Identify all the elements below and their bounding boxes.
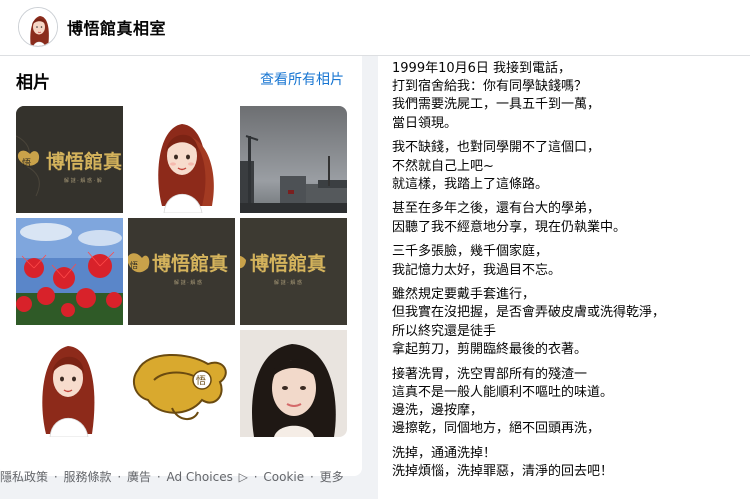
post-line: 但我實在沒把握，是否會弄破皮膚或洗得乾淨， <box>392 305 666 321</box>
post-paragraph: 甚至在多年之後，還有台大的學弟， 因聽了我不經意地分享，現在仍執業中。 <box>392 200 665 236</box>
ad-choices-icon: ▷ <box>238 470 248 484</box>
photo-tile-flowers[interactable] <box>16 218 123 325</box>
more-link[interactable]: 更多 <box>320 470 344 484</box>
ad-choices-link[interactable]: Ad Choices <box>167 470 233 484</box>
post-line: 拿起剪刀，剪開臨終最後的衣著。 <box>392 341 588 357</box>
logo-text: 博悟館真 <box>46 150 122 173</box>
page-header: 博悟館真相室 <box>0 0 750 56</box>
photo-tile-portrait-illustration[interactable] <box>16 330 123 437</box>
post-line: 雖然規定要戴手套進行， <box>392 287 536 303</box>
photos-title: 相片 <box>16 73 50 93</box>
post-line: 邊洗，邊按摩， <box>392 402 484 418</box>
post-paragraph: 我不缺錢，也對同學開不了這個口， 不然就自己上吧~ 就這樣，我踏上了這條路。 <box>392 139 665 194</box>
see-all-photos-link[interactable]: 查看所有相片 <box>260 69 344 89</box>
page-avatar[interactable] <box>18 7 58 47</box>
svg-text:解 謎 · 解 惑: 解 謎 · 解 惑 <box>274 279 302 286</box>
photo-tile-logo[interactable]: 博悟館真 解 謎 · 解 惑 <box>240 218 347 325</box>
post-body: 1999年10月6日 我接到電話， 打到宿舍給我：你有同學缺錢嗎？ 我們需要洗屍工，… <box>378 56 750 499</box>
post-line: 這真不是一般人能順利不嘔吐的味道。 <box>392 384 614 400</box>
post-line: 邊擦乾，同個地方，絕不回頭再洗， <box>392 421 601 437</box>
post-text: 1999年10月6日 我接到電話， 打到宿舍給我：你有同學缺錢嗎？ 我們需要洗屍工，… <box>378 60 665 488</box>
post-paragraph: 洗掉，通通洗掉！ 洗掉煩惱，洗掉罪惡，清淨的回去吧！ <box>392 445 665 481</box>
post-line: 甚至在多年之後，還有台大的學弟， <box>392 201 601 217</box>
post-line: 洗掉，通通洗掉！ <box>392 445 497 461</box>
post-line: 三千多張臉，幾千個家庭， <box>392 244 549 260</box>
photo-tile-logo[interactable]: 悟 博悟館真 解 謎 · 解 惑 <box>128 218 235 325</box>
post-line: 就這樣，我踏上了這條路。 <box>392 176 549 192</box>
post-line: 因聽了我不經意地分享，現在仍執業中。 <box>392 219 627 235</box>
post-line: 我不缺錢，也對同學開不了這個口， <box>392 140 601 156</box>
svg-text:悟: 悟 <box>22 157 31 169</box>
photo-tile-selfie[interactable] <box>240 330 347 437</box>
terms-link[interactable]: 服務條款 <box>64 470 112 484</box>
post-line: 洗掉煩惱，洗掉罪惡，清淨的回去吧！ <box>392 464 614 480</box>
photo-tile-portrait-illustration[interactable] <box>128 106 235 213</box>
photo-tile-logo[interactable]: 悟 博悟館真 解 謎 · 解 惑 · 解 <box>16 106 123 213</box>
post-paragraph: 雖然規定要戴手套進行， 但我實在沒把握，是否會弄破皮膚或洗得乾淨， 所以終究還是徒手… <box>392 286 665 359</box>
photos-card: 相片 查看所有相片 悟 博悟館真 解 謎 · 解 惑 · 解 悟 博悟館真 解 … <box>0 56 362 476</box>
post-line: 不然就自己上吧~ <box>392 158 494 174</box>
logo-text: 博悟館真 <box>250 252 326 275</box>
post-paragraph: 1999年10月6日 我接到電話， 打到宿舍給我：你有同學缺錢嗎？ 我們需要洗屍工，… <box>392 60 665 133</box>
post-line: 我記憶力太好，我過目不忘。 <box>392 262 562 278</box>
ads-link[interactable]: 廣告 <box>127 470 151 484</box>
photo-grid: 悟 博悟館真 解 謎 · 解 惑 · 解 悟 博悟館真 解 謎 · 解 惑 博悟… <box>16 106 347 437</box>
svg-text:解 謎 · 解 惑: 解 謎 · 解 惑 <box>174 279 202 286</box>
post-paragraph: 接著洗胃，洗空胃部所有的殘渣一這真不是一般人能順利不嘔吐的味道。 邊洗，邊按摩， 邊… <box>392 366 665 439</box>
post-line: 1999年10月6日 我接到電話， <box>392 61 572 76</box>
privacy-policy-link[interactable]: 隱私政策 <box>0 470 48 484</box>
svg-text:悟: 悟 <box>196 374 206 387</box>
post-line: 接著洗胃，洗空胃部所有的殘渣一 <box>392 366 588 382</box>
post-line: 我們需要洗屍工，一具五千到一萬， <box>392 97 601 113</box>
svg-text:解 謎 · 解 惑 · 解: 解 謎 · 解 惑 · 解 <box>64 177 102 184</box>
post-line: 打到宿舍給我：你有同學缺錢嗎？ <box>392 79 588 95</box>
post-line: 當日領現。 <box>392 115 458 131</box>
page-name[interactable]: 博悟館真相室 <box>67 15 166 39</box>
footer-links: 隱私政策 · 服務條款 · 廣告 · Ad Choices ▷ · Cookie… <box>0 470 344 484</box>
photo-tile-street-sky[interactable] <box>240 106 347 213</box>
post-paragraph: 三千多張臉，幾千個家庭， 我記憶力太好，我過目不忘。 <box>392 243 665 279</box>
photo-tile-logo-gold[interactable]: 悟 <box>128 330 235 437</box>
logo-text: 博悟館真 <box>152 252 228 275</box>
post-line: 所以終究還是徒手 <box>392 323 497 339</box>
svg-text:悟: 悟 <box>130 260 138 270</box>
cookie-link[interactable]: Cookie <box>263 470 304 484</box>
